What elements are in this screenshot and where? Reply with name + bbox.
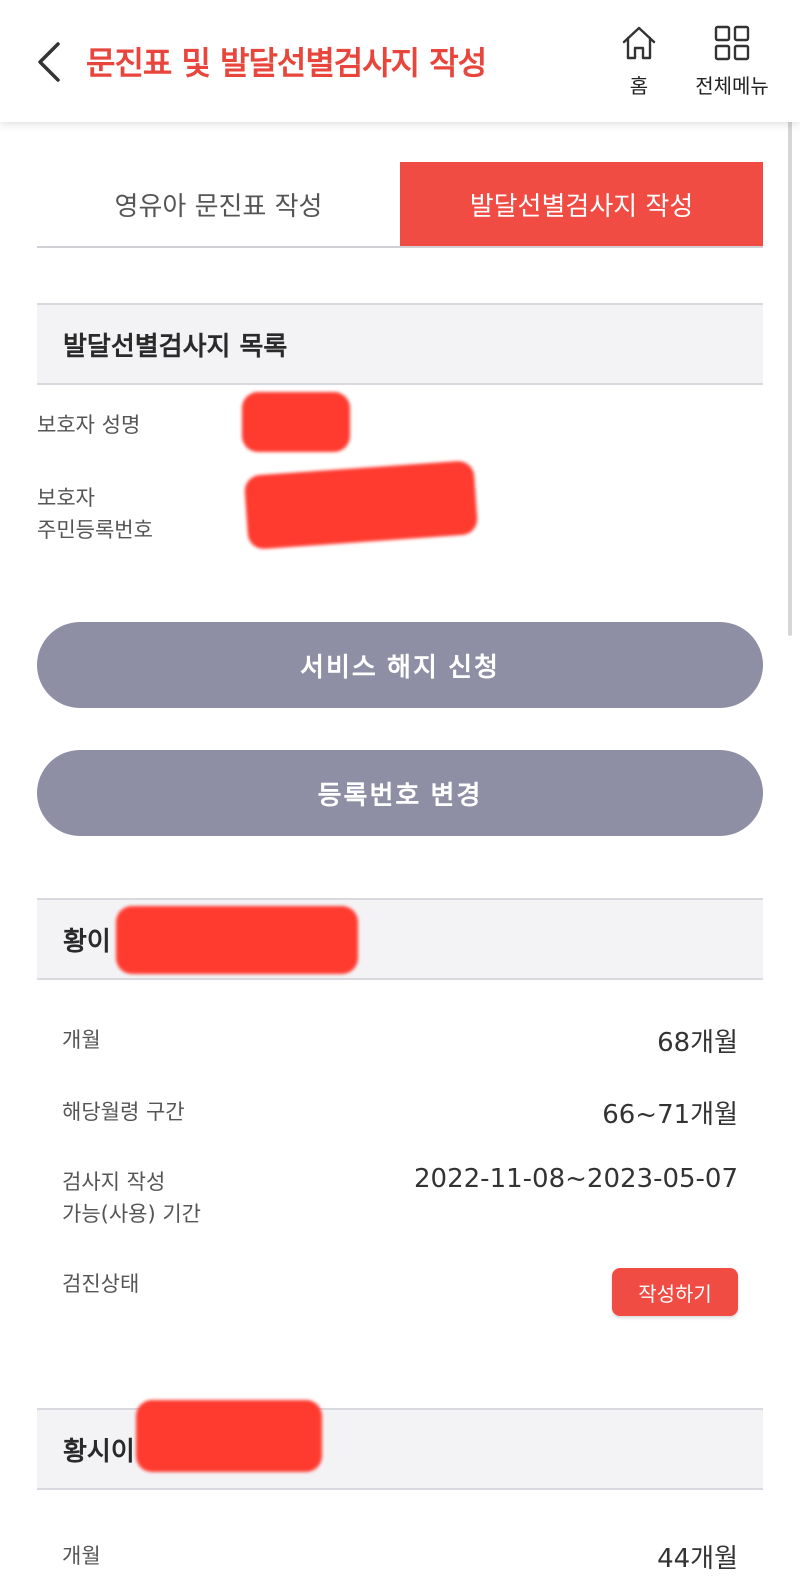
guardian-id-label: 보호자 주민등록번호 bbox=[37, 486, 153, 542]
home-icon bbox=[622, 26, 656, 60]
change-registration-number-button[interactable]: 등록번호 변경 bbox=[37, 750, 763, 836]
child-1-age-label: 개월 bbox=[62, 1028, 101, 1052]
cancel-service-button[interactable]: 서비스 해지 신청 bbox=[37, 622, 763, 708]
chevron-left-icon bbox=[38, 42, 60, 82]
child-1-age-value: 68개월 bbox=[657, 1028, 738, 1058]
grid-icon bbox=[714, 25, 750, 61]
back-button[interactable] bbox=[30, 38, 70, 86]
child-1-name: 황이 bbox=[63, 926, 111, 957]
child-2-age-label: 개월 bbox=[62, 1544, 101, 1568]
scrollbar[interactable] bbox=[788, 116, 792, 636]
guardian-name-label: 보호자 성명 bbox=[37, 413, 141, 437]
redacted-guardian-id bbox=[243, 460, 479, 550]
screening-list-title: 발달선별검사지 목록 bbox=[37, 303, 763, 385]
child-1-status-label: 검진상태 bbox=[62, 1272, 140, 1296]
tab-infant-questionnaire[interactable]: 영유아 문진표 작성 bbox=[37, 162, 400, 246]
child-1-range-label: 해당월령 구간 bbox=[62, 1100, 185, 1124]
child-1-range-value: 66~71개월 bbox=[602, 1100, 738, 1130]
tab-bar: 영유아 문진표 작성 발달선별검사지 작성 bbox=[37, 162, 763, 248]
redacted-guardian-name bbox=[242, 392, 350, 452]
child-2-age-value: 44개월 bbox=[657, 1544, 738, 1574]
child-1-period-value: 2022-11-08~2023-05-07 bbox=[414, 1164, 738, 1194]
redacted-child-2-name bbox=[136, 1400, 322, 1472]
child-2-name: 황시이 bbox=[63, 1436, 135, 1467]
page-title: 문진표 및 발달선별검사지 작성 bbox=[86, 44, 487, 82]
tab-development-screening[interactable]: 발달선별검사지 작성 bbox=[400, 162, 763, 246]
app-header: 문진표 및 발달선별검사지 작성 홈 전체메뉴 bbox=[0, 0, 800, 122]
child-1-period-label: 검사지 작성 가능(사용) 기간 bbox=[62, 1170, 201, 1226]
full-menu-button[interactable]: 전체메뉴 bbox=[682, 24, 782, 100]
write-screening-button[interactable]: 작성하기 bbox=[612, 1268, 738, 1316]
full-menu-label: 전체메뉴 bbox=[695, 74, 769, 98]
home-button[interactable]: 홈 bbox=[612, 24, 666, 100]
home-label: 홈 bbox=[629, 74, 649, 98]
redacted-child-1-name bbox=[116, 906, 358, 974]
